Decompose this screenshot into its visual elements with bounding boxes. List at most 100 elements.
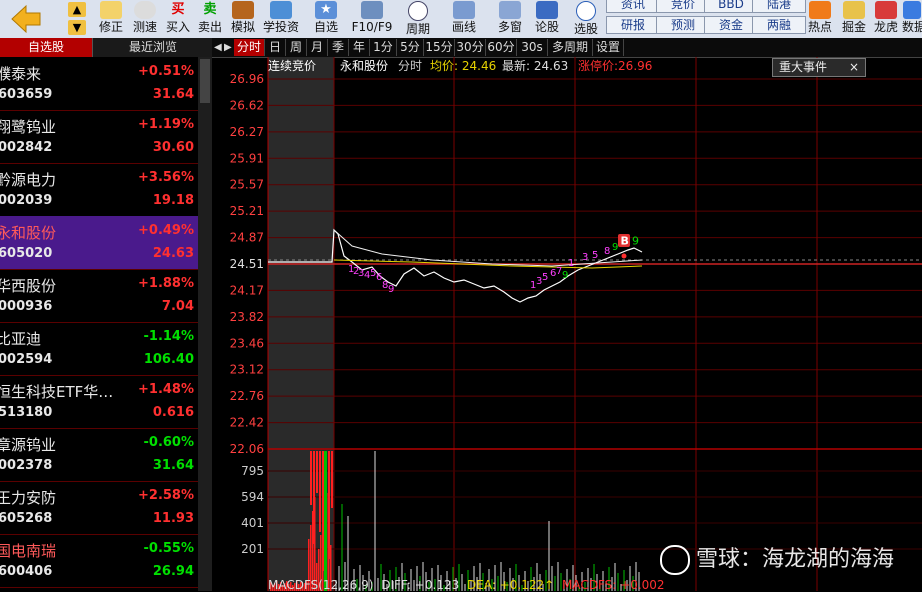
- auction-status: 连续竞价: [268, 59, 317, 73]
- auction-button[interactable]: 竞价: [656, 0, 710, 13]
- period-tab[interactable]: 5分: [397, 39, 424, 56]
- chart-mode: 分时: [398, 59, 423, 73]
- signal-number-marker: 1: [568, 258, 574, 269]
- f10-icon: [361, 1, 383, 19]
- scrollbar-thumb[interactable]: [200, 59, 210, 103]
- stock-change: +0.49%: [138, 223, 194, 238]
- stock-name: 章源钨业: [0, 436, 57, 454]
- stock-row[interactable]: 濮泰来 603659 +0.51% 31.64: [0, 57, 198, 111]
- stock-row[interactable]: 章源钨业 002378 -0.60% 31.64: [0, 428, 198, 482]
- buy-signal-label: B: [621, 235, 629, 248]
- multi-window-button[interactable]: 多窗: [490, 0, 530, 38]
- tab-watchlist[interactable]: 自选股: [0, 38, 92, 57]
- auction-hanging-bar: [328, 451, 330, 559]
- stock-change: -0.55%: [143, 541, 195, 556]
- draw-icon: [453, 1, 475, 19]
- price-axis-label: 24.51: [230, 257, 264, 271]
- volume-axis-label: 594: [241, 490, 264, 504]
- period-tab[interactable]: 1分: [370, 39, 397, 56]
- news-button[interactable]: 资讯: [606, 0, 660, 13]
- stock-code: 600406: [0, 564, 53, 579]
- period-tab[interactable]: 周: [286, 39, 307, 56]
- period-tab[interactable]: 季: [328, 39, 349, 56]
- signal-number-marker: 9: [388, 284, 394, 295]
- select-icon: [576, 1, 596, 21]
- period-tab[interactable]: 分时: [234, 39, 265, 56]
- stock-row[interactable]: 永和股份 605020 +0.49% 24.63: [0, 216, 198, 270]
- edit-button[interactable]: 修正: [94, 0, 128, 38]
- period-tab[interactable]: 设置: [593, 39, 624, 56]
- price-axis-label: 23.12: [230, 363, 264, 377]
- signal-number-marker: 5: [542, 272, 548, 283]
- price-axis-label: 26.62: [230, 98, 264, 112]
- dragon-tiger-button[interactable]: 龙虎: [870, 0, 902, 38]
- down-arrow-icon[interactable]: ▼: [68, 20, 86, 35]
- watchlist-button[interactable]: ★ 自选: [306, 0, 346, 38]
- period-tab[interactable]: 日: [265, 39, 286, 56]
- hk-connect-button[interactable]: 陆港: [752, 0, 806, 13]
- major-events-button[interactable]: 重大事件 ×: [772, 58, 866, 77]
- stock-name: 华西股份: [0, 277, 57, 295]
- price-axis-label: 25.57: [230, 178, 264, 192]
- capital-button[interactable]: 资金: [704, 16, 758, 34]
- signal-number-marker: 9: [632, 235, 639, 248]
- macd-readout: MACDFS(12,26,9) DIFF: +0.123 DEA: +0.122…: [268, 578, 665, 592]
- learn-invest-button[interactable]: 学投资: [260, 0, 302, 38]
- period-tab[interactable]: 多周期: [548, 39, 593, 56]
- stock-name: 翔鹭钨业: [0, 118, 57, 136]
- stock-code: 002039: [0, 193, 53, 208]
- signal-number-marker: 3: [582, 252, 588, 263]
- stock-row[interactable]: 恒生科技ETF华… 513180 +1.48% 0.616: [0, 375, 198, 429]
- buy-button[interactable]: 买 买入: [162, 0, 194, 38]
- stock-change: -0.60%: [143, 435, 195, 450]
- stock-name: 永和股份: [0, 224, 57, 242]
- stock-row[interactable]: 黔源电力 002039 +3.56% 19.18: [0, 163, 198, 217]
- price-axis-label: 22.42: [230, 416, 264, 430]
- up-arrow-icon[interactable]: ▲: [68, 2, 86, 17]
- stock-row[interactable]: 比亚迪 002594 -1.14% 106.40: [0, 322, 198, 376]
- stock-row[interactable]: 翔鹭钨业 002842 +1.19% 30.60: [0, 110, 198, 164]
- stock-code: 513180: [0, 405, 53, 420]
- draw-line-button[interactable]: 画线: [444, 0, 484, 38]
- simulate-button[interactable]: 模拟: [226, 0, 260, 38]
- period-tab[interactable]: 月: [307, 39, 328, 56]
- period-30s-dropdown[interactable]: 30s: [517, 39, 548, 56]
- period-tab[interactable]: 年: [349, 39, 370, 56]
- stock-row[interactable]: 华西股份 000936 +1.88% 7.04: [0, 269, 198, 323]
- clock-icon: [408, 1, 428, 21]
- period-tab[interactable]: 30分: [455, 39, 486, 56]
- stock-change: +1.88%: [138, 276, 194, 291]
- hot-icon: [809, 1, 831, 19]
- data-button[interactable]: 数据: [902, 0, 922, 38]
- stock-price: 106.40: [143, 352, 194, 367]
- nav-arrows: ▲ ▼: [64, 0, 90, 38]
- stock-change: +0.51%: [138, 64, 194, 79]
- speed-test-button[interactable]: 测速: [128, 0, 162, 38]
- sell-button[interactable]: 卖 卖出: [194, 0, 226, 38]
- close-icon[interactable]: ×: [849, 59, 859, 76]
- gold-button[interactable]: 掘金: [838, 0, 870, 38]
- stock-code: 002378: [0, 458, 53, 473]
- research-button[interactable]: 研报: [606, 16, 660, 34]
- bbd-button[interactable]: BBD: [704, 0, 758, 13]
- sidebar-scrollbar[interactable]: [198, 57, 212, 591]
- f10-button[interactable]: F10/F9: [350, 0, 394, 38]
- stock-change: +3.56%: [138, 170, 194, 185]
- period-scroll-right-icon[interactable]: ▶: [224, 40, 234, 55]
- forum-button[interactable]: 论股: [530, 0, 564, 38]
- margin-button[interactable]: 两融: [752, 16, 806, 34]
- period-button[interactable]: 周期: [398, 0, 438, 38]
- back-button[interactable]: [2, 0, 50, 38]
- hot-button[interactable]: 热点: [804, 0, 836, 38]
- period-tab[interactable]: 15分: [424, 39, 455, 56]
- stock-row[interactable]: 王力安防 605268 +2.58% 11.93: [0, 481, 198, 535]
- period-tab[interactable]: 60分: [486, 39, 517, 56]
- tab-recent[interactable]: 最近浏览: [92, 38, 213, 57]
- stock-row[interactable]: 国电南瑞 600406 -0.55% 26.94: [0, 534, 198, 588]
- avg-price-label: 均价: 24.46: [430, 59, 497, 73]
- data-icon: [903, 1, 921, 19]
- forecast-button[interactable]: 预测: [656, 16, 710, 34]
- price-axis-label: 22.06: [230, 442, 264, 456]
- price-axis-label: 22.76: [230, 389, 264, 403]
- stock-select-button[interactable]: 选股: [566, 0, 606, 38]
